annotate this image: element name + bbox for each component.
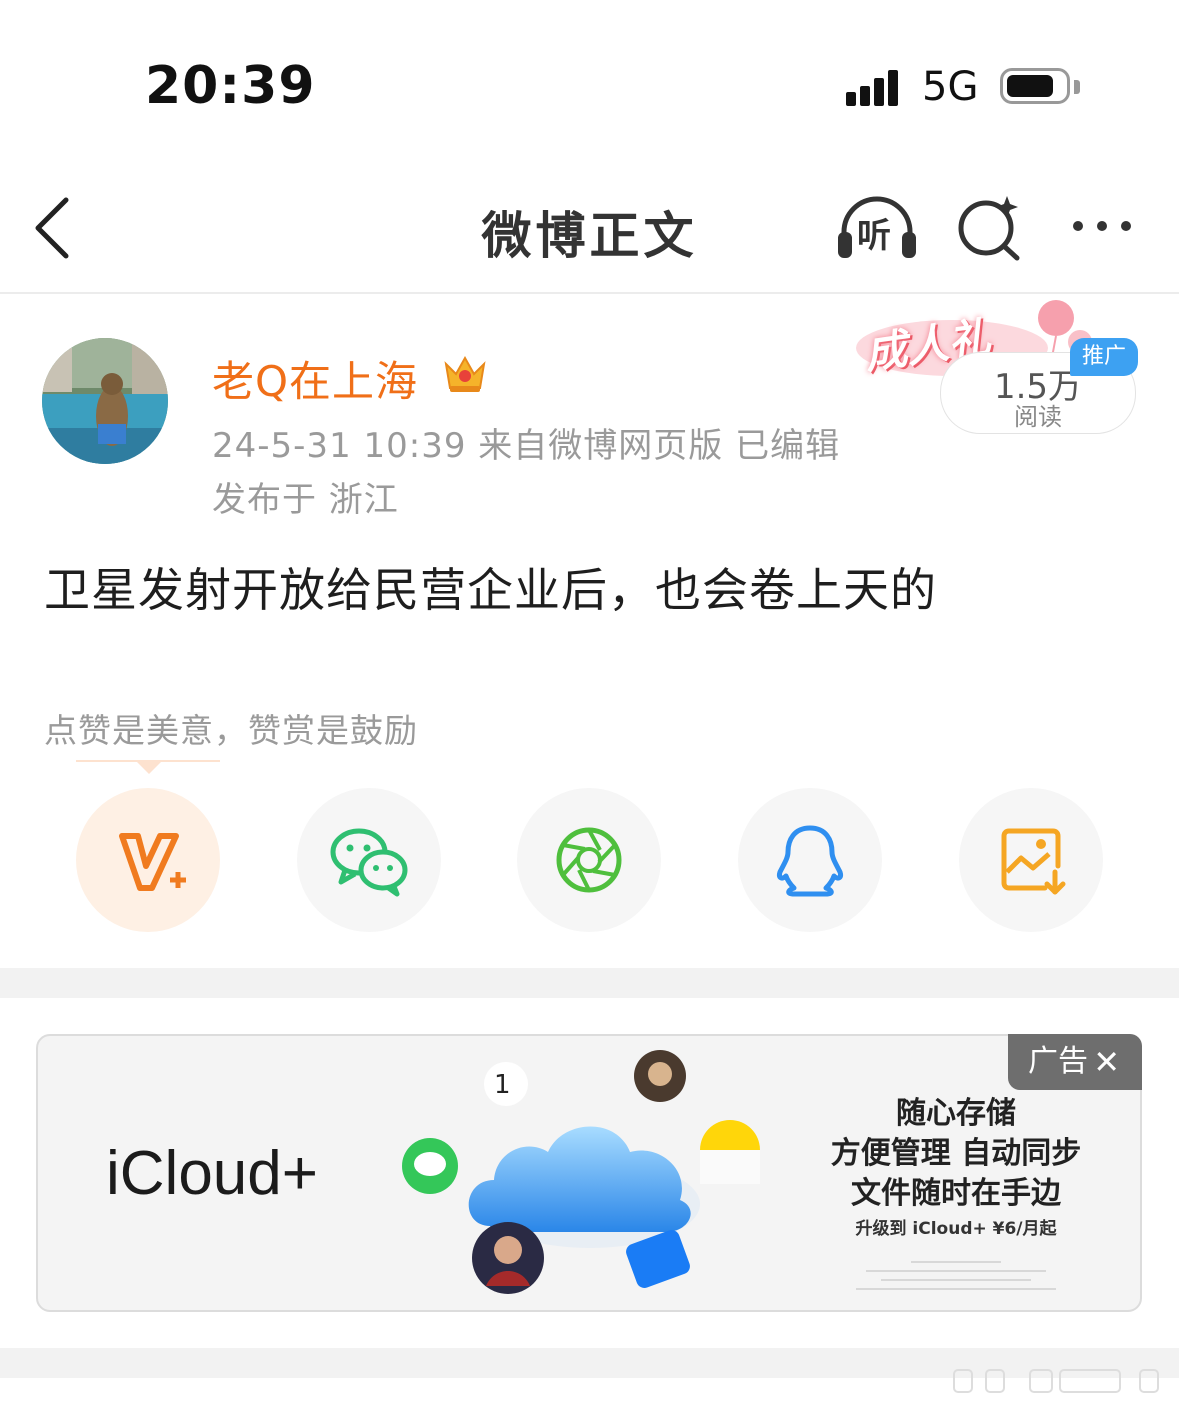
wechat-icon [330, 828, 408, 897]
listen-button[interactable]: 听 [836, 192, 918, 262]
ad-tag[interactable]: 广告 ✕ [1008, 1034, 1142, 1090]
vplus-reward-button[interactable] [76, 788, 220, 932]
share-moments-button[interactable] [517, 788, 661, 932]
crown-badge-icon [442, 352, 488, 394]
cellular-signal-icon [846, 70, 906, 106]
calendar-day: 1 [494, 1070, 511, 1100]
ad-headline-3: 文件随时在手边 [851, 1176, 1061, 1211]
header-divider [0, 292, 1179, 294]
post-content: 卫星发射开放给民营企业后，也会卷上天的 [44, 563, 937, 617]
more-icon[interactable] [1068, 210, 1138, 240]
section-divider [0, 968, 1179, 998]
search-icon[interactable] [955, 194, 1025, 264]
status-time: 20:39 [145, 56, 316, 116]
network-type: 5G [922, 64, 979, 110]
share-qq-button[interactable] [738, 788, 882, 932]
read-label: 阅读 [1014, 403, 1062, 431]
avatar[interactable] [42, 338, 168, 464]
qq-icon [777, 825, 843, 897]
post-meta: 24-5-31 10:39 来自微博网页版 已编辑 [212, 426, 841, 466]
save-image-button[interactable] [959, 788, 1103, 932]
moments-icon [556, 827, 622, 893]
icloud-illustration: 1 [390, 1040, 770, 1310]
promote-badge[interactable]: 推广 [1070, 338, 1138, 376]
reward-pointer [135, 760, 163, 774]
v-plus-icon [119, 833, 186, 891]
author-name[interactable]: 老Q在上海 [212, 348, 418, 409]
ad-offer: 升级到 iCloud+ ¥6/月起 [855, 1219, 1057, 1239]
ad-brand: iCloud+ [106, 1139, 318, 1208]
save-image-icon [1001, 828, 1066, 895]
bottom-partial-row [950, 1366, 1170, 1396]
post-location: 发布于 浙江 [212, 480, 399, 520]
ad-headline-2: 方便管理 自动同步 [830, 1136, 1082, 1171]
ad-fine-print [846, 1254, 1066, 1297]
battery-tip [1074, 80, 1080, 94]
close-icon[interactable]: ✕ [1093, 1034, 1120, 1090]
battery-icon [1000, 68, 1070, 104]
ad-headline-1: 随心存储 [896, 1096, 1016, 1131]
share-wechat-button[interactable] [297, 788, 441, 932]
ad-tag-label: 广告 [1028, 1044, 1088, 1079]
reward-prompt: 点赞是美意，赞赏是鼓励 [44, 711, 418, 750]
listen-label: 听 [857, 216, 891, 256]
